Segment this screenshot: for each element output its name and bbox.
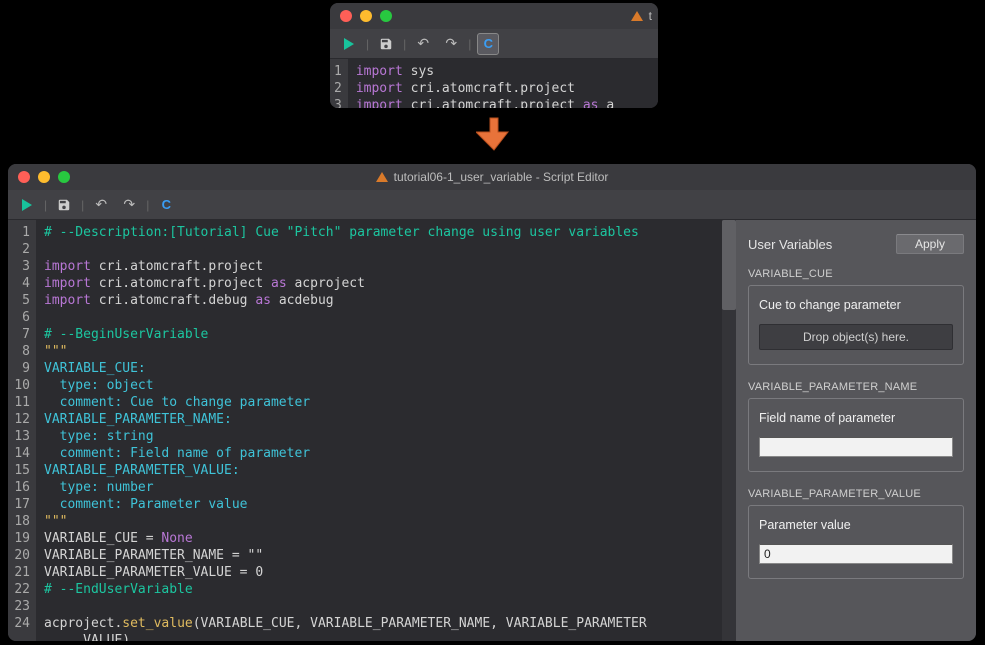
minimize-icon[interactable] — [38, 171, 50, 183]
variable-box-parameter-value: Parameter value — [748, 505, 964, 579]
c-button[interactable]: C — [155, 194, 177, 216]
window-title: tutorial06-1_user_variable - Script Edit… — [8, 170, 976, 184]
save-button[interactable] — [53, 194, 75, 216]
variable-box-parameter-name: Field name of parameter — [748, 398, 964, 472]
titlebar: t — [330, 3, 658, 29]
toolbar: | | ↶ ↷ | C — [330, 29, 658, 59]
editor-pane: 123456789101112131415161718192021222324 … — [8, 220, 736, 641]
separator: | — [468, 37, 471, 51]
code-editor[interactable]: 123456789101112131415161718192021222324 … — [8, 220, 736, 641]
code-area[interactable]: # --Description:[Tutorial] Cue "Pitch" p… — [36, 220, 736, 641]
play-icon — [344, 38, 354, 50]
variable-name: VARIABLE_PARAMETER_NAME — [748, 381, 964, 393]
variable-description: Field name of parameter — [759, 411, 953, 425]
drop-zone[interactable]: Drop object(s) here. — [759, 324, 953, 350]
play-icon — [22, 199, 32, 211]
separator: | — [403, 37, 406, 51]
user-variables-panel: User Variables Apply VARIABLE_CUE Cue to… — [736, 220, 976, 641]
gutter: 123456789101112131415161718192021222324 — [8, 220, 36, 641]
separator: | — [146, 198, 149, 212]
save-icon — [379, 37, 393, 51]
app-logo-icon — [631, 11, 643, 21]
redo-button[interactable]: ↷ — [118, 194, 140, 216]
undo-button[interactable]: ↶ — [412, 33, 434, 55]
app-logo-icon — [376, 172, 388, 182]
parameter-name-field[interactable] — [759, 437, 953, 457]
code-editor[interactable]: 1 2 3 import sys import cri.atomcraft.pr… — [330, 59, 658, 108]
maximize-icon[interactable] — [58, 171, 70, 183]
maximize-icon[interactable] — [380, 10, 392, 22]
preview-window: t | | ↶ ↷ | C 1 2 3 import sys import cr… — [330, 3, 658, 108]
close-icon[interactable] — [18, 171, 30, 183]
separator: | — [81, 198, 84, 212]
apply-button[interactable]: Apply — [896, 234, 964, 254]
arrow-down-icon — [476, 116, 512, 152]
redo-button[interactable]: ↷ — [440, 33, 462, 55]
variable-name: VARIABLE_CUE — [748, 268, 964, 280]
undo-button[interactable]: ↶ — [90, 194, 112, 216]
separator: | — [44, 198, 47, 212]
minimize-icon[interactable] — [360, 10, 372, 22]
titlebar: tutorial06-1_user_variable - Script Edit… — [8, 164, 976, 190]
gutter: 1 2 3 — [330, 59, 348, 108]
run-button[interactable] — [338, 33, 360, 55]
run-button[interactable] — [16, 194, 38, 216]
variable-description: Cue to change parameter — [759, 298, 953, 312]
toolbar: | | ↶ ↷ | C — [8, 190, 976, 220]
code-area[interactable]: import sys import cri.atomcraft.project … — [348, 59, 658, 108]
variable-name: VARIABLE_PARAMETER_VALUE — [748, 488, 964, 500]
save-icon — [57, 198, 71, 212]
close-icon[interactable] — [340, 10, 352, 22]
variable-box-cue: Cue to change parameter Drop object(s) h… — [748, 285, 964, 365]
panel-title: User Variables — [748, 237, 832, 252]
vertical-scrollbar[interactable] — [722, 220, 736, 641]
save-button[interactable] — [375, 33, 397, 55]
variable-description: Parameter value — [759, 518, 953, 532]
c-button[interactable]: C — [477, 33, 499, 55]
parameter-value-field[interactable] — [759, 544, 953, 564]
separator: | — [366, 37, 369, 51]
script-editor-window: tutorial06-1_user_variable - Script Edit… — [8, 164, 976, 641]
